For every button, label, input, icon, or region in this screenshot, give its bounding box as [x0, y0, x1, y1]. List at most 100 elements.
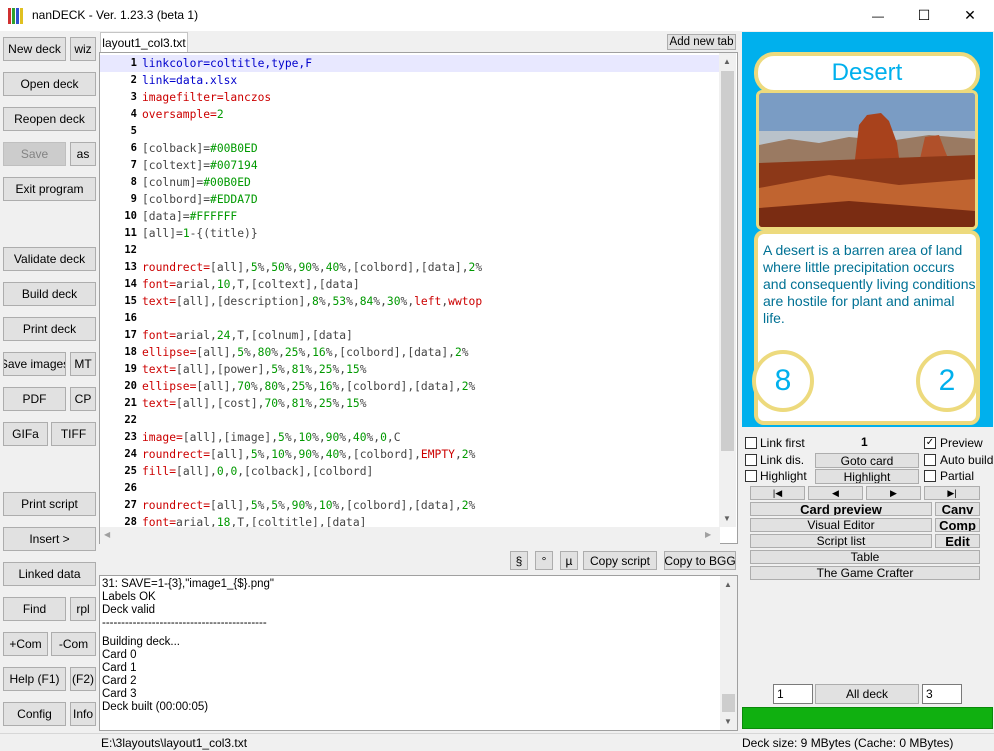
code-token: imagefilter= [142, 91, 224, 104]
script-editor[interactable]: 1 linkcolor=coltitle,type,F 2 link=data.xls… [99, 52, 738, 544]
code-line[interactable]: 1 linkcolor=coltitle,type,F [100, 55, 720, 72]
goto-card-button[interactable]: Goto card [815, 453, 919, 468]
link-dis-checkbox[interactable] [745, 454, 757, 466]
scroll-down-icon[interactable]: ▼ [723, 514, 731, 523]
build-deck-button[interactable]: Build deck [3, 282, 96, 306]
output-vertical-scrollbar[interactable]: ▲ ▼ [720, 576, 737, 730]
mu-symbol-button[interactable]: µ [560, 551, 578, 570]
card-preview-button[interactable]: Card preview [750, 502, 932, 516]
next-card-button[interactable]: ▶ [866, 486, 921, 500]
code-token: roundrect= [142, 261, 211, 274]
add-new-tab-button[interactable]: Add new tab [667, 34, 736, 50]
config-button[interactable]: Config [3, 702, 66, 726]
range-to-input[interactable]: 3 [922, 684, 962, 704]
save-button[interactable]: Save [3, 142, 66, 166]
copy-script-button[interactable]: Copy script [583, 551, 657, 570]
visual-editor-button[interactable]: Visual Editor [750, 518, 932, 532]
preview-checkbox[interactable]: ✓ [924, 437, 936, 449]
close-icon: ✕ [964, 7, 976, 23]
code-token: %, [284, 448, 299, 461]
print-deck-button[interactable]: Print deck [3, 317, 96, 341]
partial-checkbox[interactable] [924, 470, 936, 482]
highlight-button[interactable]: Highlight [815, 469, 919, 484]
reopen-deck-button[interactable]: Reopen deck [3, 107, 96, 131]
script-list-button[interactable]: Script list [750, 534, 932, 548]
tiff-button[interactable]: TIFF [51, 422, 96, 446]
print-script-button[interactable]: Print script [3, 492, 96, 516]
all-deck-button[interactable]: All deck [815, 684, 919, 704]
tab-layout1-col3[interactable]: layout1_col3.txt [100, 32, 188, 52]
code-token: %, [332, 397, 347, 410]
maximize-button[interactable]: ☐ [901, 0, 947, 31]
scroll-left-icon[interactable]: ◀ [104, 530, 110, 539]
save-images-button[interactable]: Save images [3, 352, 66, 376]
previous-card-button[interactable]: ◀ [808, 486, 863, 500]
save-as-button[interactable]: as [70, 142, 96, 166]
linked-data-button[interactable]: Linked data [3, 562, 96, 586]
first-card-button[interactable]: |◀ [750, 486, 805, 500]
help-button[interactable]: Help (F1) [3, 667, 66, 691]
info-button[interactable]: Info [70, 702, 96, 726]
copy-to-bgg-button[interactable]: Copy to BGG [664, 551, 736, 570]
editor-horizontal-scrollbar[interactable]: ◀ ▶ [100, 527, 720, 544]
code-token: %, [312, 431, 326, 444]
replace-button[interactable]: rpl [70, 597, 96, 621]
find-button[interactable]: Find [3, 597, 66, 621]
output-scroll-thumb[interactable] [722, 694, 735, 712]
open-deck-button[interactable]: Open deck [3, 72, 96, 96]
code-token: 25 [318, 397, 333, 410]
editor-vertical-scrollbar[interactable]: ▲ ▼ [719, 53, 736, 527]
code-token: %, [284, 261, 299, 274]
code-token: 84 [359, 295, 374, 308]
line-content: font=arial,10,T,[coltext],[data] [142, 276, 360, 293]
card-power-circle: 8 [752, 350, 814, 412]
mt-button[interactable]: MT [70, 352, 96, 376]
code-token: 25 [318, 363, 333, 376]
edit-button[interactable]: Edit [935, 534, 980, 548]
code-area[interactable]: 1 linkcolor=coltitle,type,F 2 link=data.xls… [100, 55, 720, 529]
add-comment-button[interactable]: +Com [3, 632, 48, 656]
degree-symbol-button[interactable]: ° [535, 551, 553, 570]
range-from-input[interactable]: 1 [773, 684, 813, 704]
table-button[interactable]: Table [750, 550, 980, 564]
editor-scroll-thumb[interactable] [721, 71, 734, 451]
scroll-right-icon[interactable]: ▶ [705, 530, 711, 539]
code-token: 5 [250, 261, 258, 274]
output-line: Card 2 [102, 675, 137, 687]
code-token: oversample= [142, 108, 217, 121]
pdf-button[interactable]: PDF [3, 387, 66, 411]
scroll-up-icon[interactable]: ▲ [723, 57, 731, 66]
wizard-button[interactable]: wiz [70, 37, 96, 61]
line-content: [colbord]=#EDDA7D [142, 191, 258, 208]
status-bar: E:\3layouts\layout1_col3.txt Deck size: … [0, 733, 994, 751]
highlight-checkbox[interactable] [745, 470, 757, 482]
validate-deck-button[interactable]: Validate deck [3, 247, 96, 271]
minimize-button[interactable]: — [855, 0, 901, 31]
cp-button[interactable]: CP [70, 387, 96, 411]
game-crafter-button[interactable]: The Game Crafter [750, 566, 980, 580]
code-token: %, [271, 346, 285, 359]
code-token: %, [346, 295, 360, 308]
output-scroll-up-icon[interactable]: ▲ [724, 580, 732, 589]
line-number: 24 [124, 448, 137, 460]
card-preview[interactable]: Desert A desert is a barren area of land… [742, 32, 993, 427]
section-symbol-button[interactable]: § [510, 551, 528, 570]
exit-program-button[interactable]: Exit program [3, 177, 96, 201]
code-token: [all], [176, 465, 217, 478]
canv-button[interactable]: Canv [935, 502, 980, 516]
line-content: text=[all],[power],5%,81%,25%,15% [142, 361, 367, 378]
remove-comment-button[interactable]: -Com [51, 632, 96, 656]
last-card-button[interactable]: ▶| [924, 486, 980, 500]
insert-button[interactable]: Insert > [3, 527, 96, 551]
comp-button[interactable]: Comp [935, 518, 980, 532]
code-token: [all], [210, 261, 251, 274]
output-scroll-down-icon[interactable]: ▼ [724, 717, 732, 726]
output-log[interactable]: 31: SAVE=1-{3},"image1_{$}.png" Labels OK… [99, 575, 738, 731]
gifa-button[interactable]: GIFa [3, 422, 48, 446]
auto-build-checkbox[interactable] [924, 454, 936, 466]
f2-button[interactable]: (F2) [70, 667, 96, 691]
close-button[interactable]: ✕ [947, 0, 993, 31]
code-token: ellipse= [142, 346, 197, 359]
link-first-checkbox[interactable] [745, 437, 757, 449]
new-deck-button[interactable]: New deck [3, 37, 66, 61]
